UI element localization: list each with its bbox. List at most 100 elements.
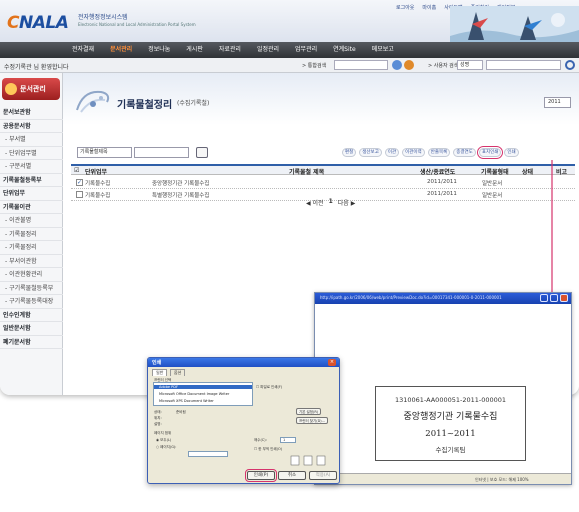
pages-input[interactable] [188,451,228,457]
tab-general[interactable]: 일반 [152,369,168,376]
sidebar-item[interactable]: - 기록물정리 [0,228,63,241]
tab-options[interactable]: 옵션 [170,369,186,376]
copies-input[interactable]: 1 [280,437,296,443]
action-button[interactable]: 편철 [342,148,357,157]
cell-title[interactable]: 특별행정기관 기록물수집 [152,191,209,199]
print-dialog-titlebar: 인쇄 × [148,358,339,367]
printer-item[interactable]: Microsoft Office Document Image Writer [159,392,229,396]
printer-list[interactable]: Adobe PDF Microsoft Office Document Imag… [153,382,253,406]
year-select[interactable]: 2011 [544,97,571,108]
sidebar-item[interactable]: - 부서별 [0,133,63,147]
nala-logo[interactable]: CNALA [7,13,69,33]
menu-schedule[interactable]: 일정관리 [249,42,287,58]
sidebar-item[interactable]: - 이관불명 [0,214,63,228]
cell-title[interactable]: 중앙행정기관 기록물수집 [152,179,209,187]
action-button[interactable]: 인쇄 [504,148,519,157]
printer-item[interactable]: Microsoft XPS Document Writer [159,399,214,403]
status-label: 상태: [154,410,162,414]
sidebar-header[interactable]: 문서관리 [2,78,60,100]
action-button[interactable]: 표지인쇄 [476,146,504,159]
print-button[interactable]: 인쇄(P) [245,469,277,482]
all-pages-label: 모두(L) [160,438,172,442]
record-author: 수집기록팀 [435,446,466,454]
sidebar-item[interactable]: - 부서이관함 [0,255,63,268]
record-cover-label: 1310061-AA000051-2011-000001 중앙행정기관 기록물수… [375,386,526,461]
document-icon [5,83,17,95]
collate-icon [290,455,326,466]
sidebar-item[interactable]: 기록물이관 [0,201,63,214]
cancel-button[interactable]: 취소 [278,471,306,480]
system-subtitle: Electronic National and Local Administra… [78,22,196,27]
sidebar-item[interactable]: - 구분서별 [0,160,63,174]
sidebar-item[interactable]: - 이관현황관리 [0,268,63,282]
sidebar-item[interactable]: 공용문서함 [0,120,63,133]
action-button[interactable]: 반출목록 [427,148,451,157]
action-button[interactable]: 종결연도 [453,148,476,157]
menu-memo[interactable]: 메모보고 [364,42,402,58]
combined-search-input[interactable] [334,60,388,70]
preferences-button[interactable]: 기본 설정(R) [296,408,322,415]
util-link-myhome[interactable]: 마이홈 [422,4,436,11]
menu-tasks[interactable]: 업무관리 [287,42,325,58]
user-search-select[interactable]: 성명 [457,60,483,70]
row-checkbox[interactable]: ✓ [76,179,83,186]
sidebar-item[interactable]: - 구기록물철등록부 [0,282,63,295]
filter-row: 기록물철제목 편철 생산보고 이관 이관이력 반출목록 종결연도 표지인쇄 인쇄 [63,146,579,161]
page-range-label: 페이지 범위 [154,431,172,435]
action-button[interactable]: 이관이력 [402,148,425,157]
sidebar-item[interactable]: 기록물철등록부 [0,174,63,187]
maximize-icon[interactable] [550,294,558,302]
user-search-input[interactable] [486,60,561,70]
system-title: 전자행정정보시스템 [78,14,128,21]
filter-field-select[interactable]: 기록물철제목 [77,147,132,158]
collate-checkbox[interactable]: ☐ 한 부씩 인쇄(O) [254,447,282,452]
printer-item[interactable]: Adobe PDF [154,385,252,389]
menu-approval[interactable]: 전자결재 [64,42,102,58]
next-page[interactable]: 다음 ▶ [338,198,356,207]
menu-linked-sites[interactable]: 연계Site [325,42,364,58]
col-task: 단위업무 [85,169,108,176]
find-printer-button[interactable]: 프린터 찾기(D)... [296,417,328,424]
page-header: 기록물철정리 (수집기록철) 2011 [63,73,579,125]
menu-info-share[interactable]: 정보나눔 [140,42,178,58]
current-page[interactable]: 1 [329,198,333,207]
page-subtitle: (수집기록철) [177,100,210,107]
help-icon[interactable] [404,60,414,70]
table-header: ☑ 단위업무 기록물철 제목 생산/종료연도 기록물형태 상태 비고 [71,164,575,176]
sidebar-item[interactable]: - 단위업무별 [0,147,63,160]
sidebar-item[interactable]: - 기록물정리 [0,241,63,255]
sidebar-item[interactable]: - 구기록물등록대장 [0,295,63,309]
col-years: 생산/종료연도 [420,169,456,176]
minimize-icon[interactable] [540,294,548,302]
menu-board[interactable]: 게시판 [178,42,211,58]
select-all-checkbox[interactable]: ☑ [74,167,79,174]
action-button[interactable]: 이관 [384,148,400,157]
sidebar-list: 문서보관함 공용문서함 - 부서별 - 단위업무별 - 구분서별 기록물철등록부 단위업무 기… [0,106,63,349]
print-to-file-checkbox[interactable]: ☐ 파일로 인쇄(F) [256,385,282,390]
util-link-logout[interactable]: 로그아웃 [396,4,414,11]
cell-type: 일반문서 [482,193,503,199]
sidebar-item[interactable]: 문서보관함 [0,106,63,120]
menu-data[interactable]: 자료관리 [211,42,249,58]
sidebar-item[interactable]: 일반문서함 [0,322,63,336]
cell-years: 2011/2011 [427,179,457,185]
search-icon[interactable] [196,147,208,158]
record-years: 2011~2011 [425,429,476,439]
preview-titlebar: http://ipath.go.kr/2006/06/web/print/Pre… [315,293,571,304]
sidebar-item[interactable]: 폐기문서함 [0,336,63,349]
prev-page[interactable]: ◀ 이전 [306,198,324,207]
menu-document-management[interactable]: 문서관리 [102,42,140,58]
apply-button[interactable]: 적용(A) [309,471,337,480]
all-pages-radio[interactable]: ◉ 모두(L) [156,438,171,443]
filter-input[interactable] [134,147,189,158]
sidebar-item[interactable]: 인수인계함 [0,309,63,322]
search-icon[interactable] [565,60,575,70]
table-row[interactable]: ✓ 기록물수집 중앙행정기관 기록물수집 2011/2011 일반문서 [71,177,575,189]
search-go-icon[interactable] [392,60,402,70]
close-icon[interactable] [560,294,568,302]
row-checkbox[interactable] [76,191,83,198]
action-button[interactable]: 생산보고 [359,148,382,157]
close-icon[interactable]: × [328,359,336,366]
sidebar-item[interactable]: 단위업무 [0,187,63,201]
pages-radio[interactable]: ○ 페이지(G): [156,445,176,450]
